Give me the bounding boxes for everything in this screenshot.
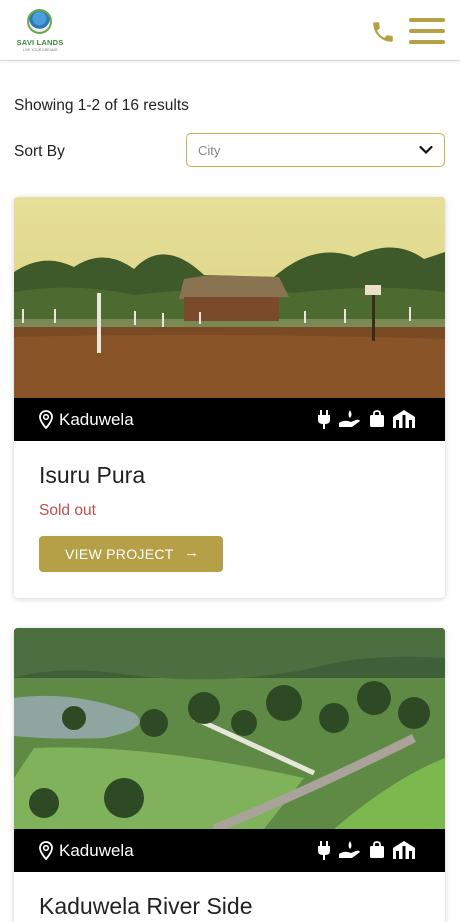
location-pin-icon xyxy=(39,841,53,860)
view-project-button[interactable]: VIEW PROJECT → xyxy=(39,536,223,572)
brand-tagline: LIVE YOUR DREAMS xyxy=(22,48,58,52)
water-icon xyxy=(339,841,360,858)
project-location: Kaduwela xyxy=(59,841,134,860)
school-icon xyxy=(393,841,415,859)
project-title[interactable]: Isuru Pura xyxy=(39,462,145,489)
site-header: SAVI LANDS LIVE YOUR DREAMS xyxy=(0,0,460,61)
project-image[interactable] xyxy=(14,197,445,398)
project-card: Kaduwela Isuru Pura Sold out VIEW PROJEC… xyxy=(14,197,445,598)
results-count: Showing 1-2 of 16 results xyxy=(14,97,189,114)
electricity-icon xyxy=(318,841,330,860)
sort-by-label: Sort By xyxy=(14,143,65,160)
logo-emblem-icon xyxy=(27,9,52,34)
sort-select[interactable]: City xyxy=(186,133,445,167)
electricity-icon xyxy=(318,410,330,429)
arrow-right-icon: → xyxy=(184,544,199,561)
project-status-badge: Sold out xyxy=(39,502,96,519)
phone-icon[interactable] xyxy=(370,19,396,45)
view-project-label: VIEW PROJECT xyxy=(65,546,174,562)
school-icon xyxy=(393,410,415,428)
water-icon xyxy=(339,410,360,427)
project-card: Kaduwela Kaduwela River Side xyxy=(14,628,445,922)
location-bar: Kaduwela xyxy=(14,829,445,872)
chevron-down-icon xyxy=(419,145,433,155)
brand-logo[interactable]: SAVI LANDS LIVE YOUR DREAMS xyxy=(14,8,66,54)
shopping-icon xyxy=(370,410,384,427)
location-bar: Kaduwela xyxy=(14,398,445,441)
location-pin-icon xyxy=(39,410,53,429)
project-location: Kaduwela xyxy=(59,410,134,429)
hamburger-menu-icon[interactable] xyxy=(409,18,445,45)
shopping-icon xyxy=(370,841,384,858)
sort-select-value: City xyxy=(198,143,221,158)
project-title[interactable]: Kaduwela River Side xyxy=(39,893,253,920)
project-image[interactable] xyxy=(14,628,445,829)
brand-name: SAVI LANDS xyxy=(16,38,64,47)
